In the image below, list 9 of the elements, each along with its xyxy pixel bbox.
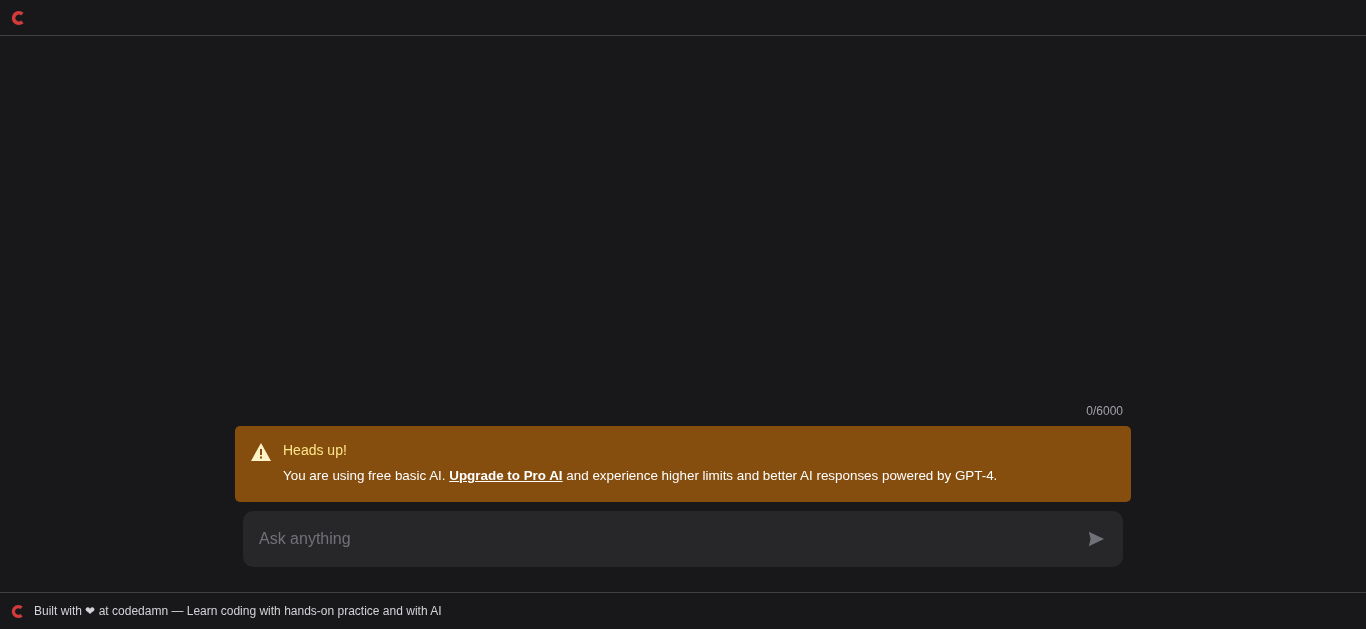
alert-title: Heads up!	[283, 442, 348, 458]
logo-icon[interactable]	[11, 603, 24, 619]
logo-icon[interactable]	[11, 9, 25, 26]
alert-message: You are using free basic AI. Upgrade to Pro AI and experience higher limits and better AI responses powered by GPT-4.	[283, 467, 998, 485]
character-counter: 0/6000	[1086, 404, 1123, 418]
warning-icon	[251, 443, 271, 461]
upgrade-link[interactable]: Upgrade to Pro AI	[449, 468, 563, 483]
footer-text: Built with ❤ at codedamn — Learn coding with hands-on practice and with AI	[34, 604, 442, 618]
chat-input-field[interactable]: Ask anything	[243, 511, 1123, 567]
